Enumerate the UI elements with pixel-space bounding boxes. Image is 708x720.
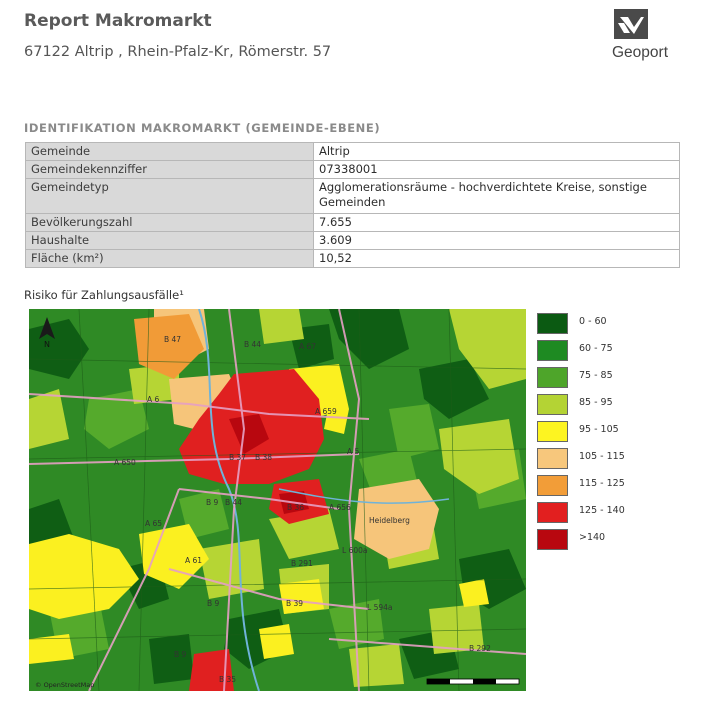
svg-text:N: N bbox=[44, 340, 50, 349]
legend-label: 85 - 95 bbox=[579, 397, 613, 408]
legend-label: 95 - 105 bbox=[579, 424, 619, 435]
row-key-gemeinde: Gemeinde bbox=[25, 142, 314, 161]
road-label: B 39 bbox=[286, 599, 303, 608]
report-title: Report Makromarkt bbox=[24, 11, 212, 31]
legend-item: 125 - 140 bbox=[537, 502, 657, 529]
road-label: B 44 bbox=[225, 498, 242, 507]
road-label: B 38 bbox=[255, 453, 272, 462]
map-title: Risiko für Zahlungsausfälle¹ bbox=[24, 288, 184, 302]
road-label: A 65 bbox=[145, 519, 162, 528]
legend-item: 85 - 95 bbox=[537, 394, 657, 421]
road-label: A 650 bbox=[114, 458, 136, 467]
map-legend: 0 - 60 60 - 75 75 - 85 85 - 95 95 - 105 … bbox=[537, 313, 657, 556]
road-label: B 47 bbox=[164, 335, 181, 344]
row-key-haushalte: Haushalte bbox=[25, 231, 314, 250]
road-label: B 44 bbox=[244, 340, 261, 349]
geoport-logo-text: Geoport bbox=[612, 44, 669, 61]
legend-item: 95 - 105 bbox=[537, 421, 657, 448]
map-attribution: © OpenStreetMap bbox=[35, 681, 94, 689]
table-row: Bevölkerungszahl 7.655 bbox=[25, 213, 680, 232]
legend-swatch bbox=[537, 313, 568, 334]
legend-label: 125 - 140 bbox=[579, 505, 625, 516]
row-key-bevoelkerungszahl: Bevölkerungszahl bbox=[25, 213, 314, 232]
geoport-logo: Geoport bbox=[612, 9, 682, 65]
road-label: B 9 bbox=[174, 650, 187, 659]
road-label: B 36 bbox=[287, 503, 304, 512]
legend-swatch bbox=[537, 502, 568, 523]
road-label: Heidelberg bbox=[369, 516, 410, 525]
row-key-flaeche: Fläche (km²) bbox=[25, 249, 314, 268]
table-row: Fläche (km²) 10,52 bbox=[25, 249, 680, 268]
row-value-haushalte: 3.609 bbox=[313, 231, 680, 250]
identification-section-title: IDENTIFIKATION MAKROMARKT (GEMEINDE-EBEN… bbox=[24, 121, 381, 135]
road-label: B 291 bbox=[291, 559, 313, 568]
road-label: B 9 bbox=[206, 498, 219, 507]
legend-label: 75 - 85 bbox=[579, 370, 613, 381]
road-label: B 292 bbox=[469, 644, 491, 653]
road-label: B 37 bbox=[229, 453, 246, 462]
legend-item: >140 bbox=[537, 529, 657, 556]
road-label: B 9 bbox=[207, 599, 220, 608]
legend-item: 115 - 125 bbox=[537, 475, 657, 502]
legend-label: 60 - 75 bbox=[579, 343, 613, 354]
table-row: Haushalte 3.609 bbox=[25, 231, 680, 250]
table-row: Gemeindekennziffer 07338001 bbox=[25, 160, 680, 179]
row-key-gemeindetyp: Gemeindetyp bbox=[25, 178, 314, 214]
legend-label: 0 - 60 bbox=[579, 316, 607, 327]
legend-label: >140 bbox=[579, 532, 606, 543]
row-value-gemeindekennziffer: 07338001 bbox=[313, 160, 680, 179]
legend-item: 105 - 115 bbox=[537, 448, 657, 475]
risk-map: N B 47 B 44 A 67 A 6 A 659 A 650 B 37 B … bbox=[28, 308, 527, 692]
legend-swatch bbox=[537, 529, 568, 550]
scale-bar bbox=[426, 678, 520, 685]
legend-swatch bbox=[537, 475, 568, 496]
row-value-gemeindetyp: Agglomerationsräume - hochverdichtete Kr… bbox=[313, 178, 680, 214]
legend-item: 60 - 75 bbox=[537, 340, 657, 367]
road-label: L 594a bbox=[367, 603, 392, 612]
road-label: A 656 bbox=[329, 503, 351, 512]
geoport-logo-icon bbox=[614, 9, 648, 39]
legend-item: 0 - 60 bbox=[537, 313, 657, 340]
legend-swatch bbox=[537, 394, 568, 415]
road-label: B 35 bbox=[219, 675, 236, 684]
road-label: A 6 bbox=[147, 395, 160, 404]
road-label: A 61 bbox=[185, 556, 202, 565]
legend-label: 105 - 115 bbox=[579, 451, 625, 462]
table-row: Gemeinde Altrip bbox=[25, 142, 680, 161]
road-label: A 5 bbox=[347, 447, 360, 456]
legend-item: 75 - 85 bbox=[537, 367, 657, 394]
legend-swatch bbox=[537, 367, 568, 388]
legend-label: 115 - 125 bbox=[579, 478, 625, 489]
row-value-bevoelkerungszahl: 7.655 bbox=[313, 213, 680, 232]
report-address: 67122 Altrip , Rhein-Pfalz-Kr, Römerstr.… bbox=[24, 44, 332, 60]
road-label: L 600a bbox=[342, 546, 367, 555]
row-value-gemeinde: Altrip bbox=[313, 142, 680, 161]
row-value-flaeche: 10,52 bbox=[313, 249, 680, 268]
table-row: Gemeindetyp Agglomerationsräume - hochve… bbox=[25, 178, 680, 214]
identification-table: Gemeinde Altrip Gemeindekennziffer 07338… bbox=[25, 142, 680, 268]
road-label: A 659 bbox=[315, 407, 337, 416]
legend-swatch bbox=[537, 448, 568, 469]
legend-swatch bbox=[537, 421, 568, 442]
row-key-gemeindekennziffer: Gemeindekennziffer bbox=[25, 160, 314, 179]
risk-map-canvas: N B 47 B 44 A 67 A 6 A 659 A 650 B 37 B … bbox=[28, 308, 527, 692]
road-label: A 67 bbox=[299, 342, 316, 351]
legend-swatch bbox=[537, 340, 568, 361]
